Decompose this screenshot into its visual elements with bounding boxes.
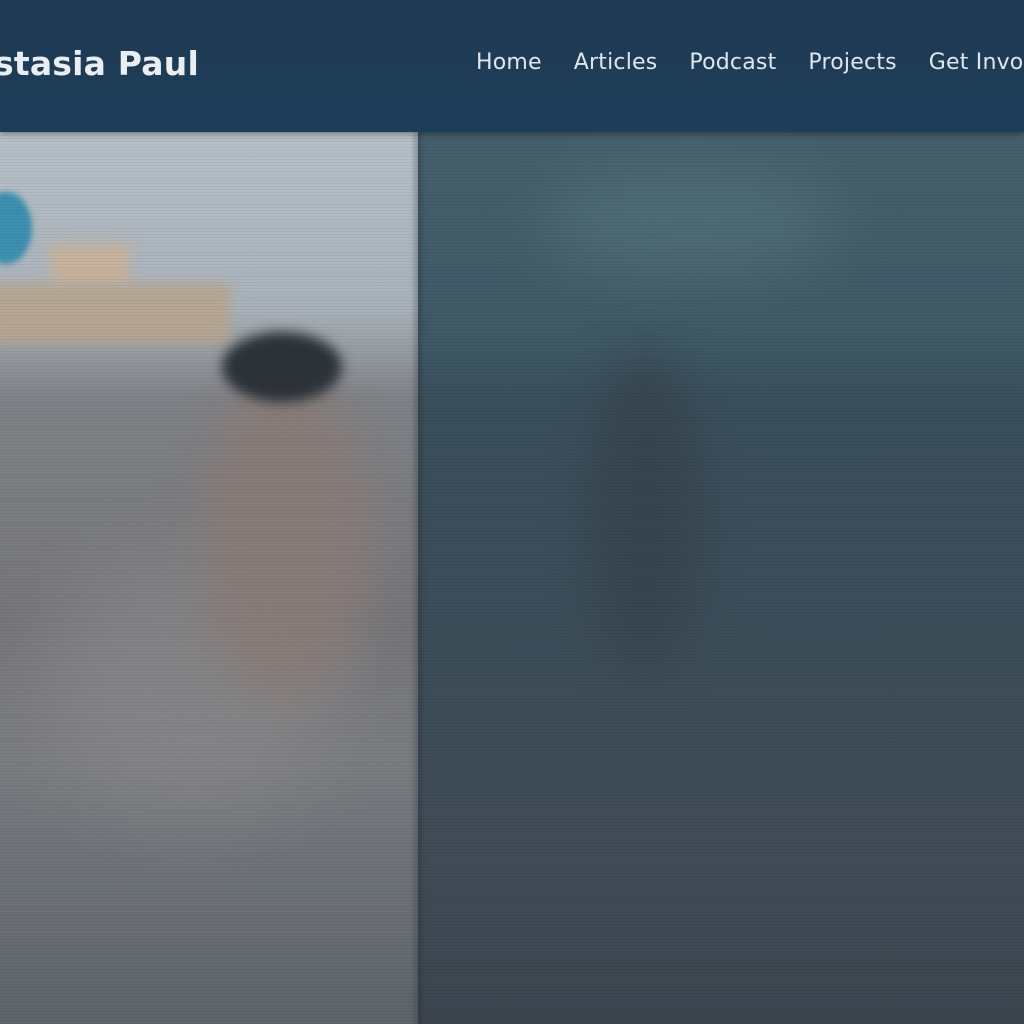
nav-link-podcast[interactable]: Podcast	[689, 50, 776, 75]
glare-shape	[540, 162, 840, 282]
nav-link-projects[interactable]: Projects	[808, 50, 896, 75]
person-silhouette	[200, 372, 370, 702]
main-nav: Home Articles Podcast Projects Get Invo	[476, 50, 1024, 75]
person-hair-shape	[222, 332, 342, 402]
site-title[interactable]: stasia Paul	[0, 44, 199, 83]
nav-link-get-involved[interactable]: Get Invo	[929, 50, 1024, 75]
hero-divider	[414, 132, 422, 1024]
site-header: stasia Paul Home Articles Podcast Projec…	[0, 0, 1024, 132]
hero-background-image	[0, 132, 1024, 1024]
page: stasia Paul Home Articles Podcast Projec…	[0, 0, 1024, 1024]
shelf-shape	[0, 284, 230, 344]
shelf-item-shape	[50, 244, 130, 284]
nav-link-home[interactable]: Home	[476, 50, 542, 75]
nav-link-articles[interactable]: Articles	[574, 50, 658, 75]
person-reflection-silhouette	[590, 350, 700, 670]
